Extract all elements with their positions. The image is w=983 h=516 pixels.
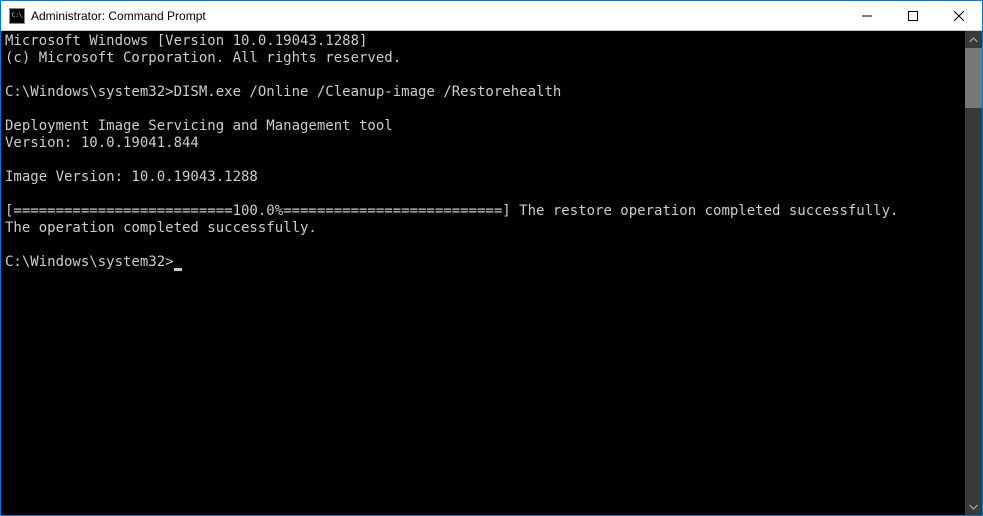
scroll-thumb[interactable]: [965, 48, 982, 108]
window-title: Administrator: Command Prompt: [31, 9, 844, 23]
scroll-down-button[interactable]: [965, 498, 982, 515]
chevron-up-icon: [969, 37, 978, 43]
titlebar[interactable]: Administrator: Command Prompt: [1, 1, 982, 31]
close-icon: [954, 11, 964, 21]
cmd-icon: [9, 8, 25, 24]
maximize-icon: [908, 11, 918, 21]
minimize-button[interactable]: [844, 1, 890, 30]
minimize-icon: [862, 11, 872, 21]
chevron-down-icon: [969, 504, 978, 510]
scroll-up-button[interactable]: [965, 31, 982, 48]
console-output[interactable]: Microsoft Windows [Version 10.0.19043.12…: [1, 31, 965, 515]
text-cursor: [174, 268, 182, 271]
scroll-track[interactable]: [965, 48, 982, 498]
maximize-button[interactable]: [890, 1, 936, 30]
vertical-scrollbar[interactable]: [965, 31, 982, 515]
window-controls: [844, 1, 982, 30]
close-button[interactable]: [936, 1, 982, 30]
console-area: Microsoft Windows [Version 10.0.19043.12…: [1, 31, 982, 515]
command-prompt-window: Administrator: Command Prompt Microsoft …: [1, 1, 982, 515]
